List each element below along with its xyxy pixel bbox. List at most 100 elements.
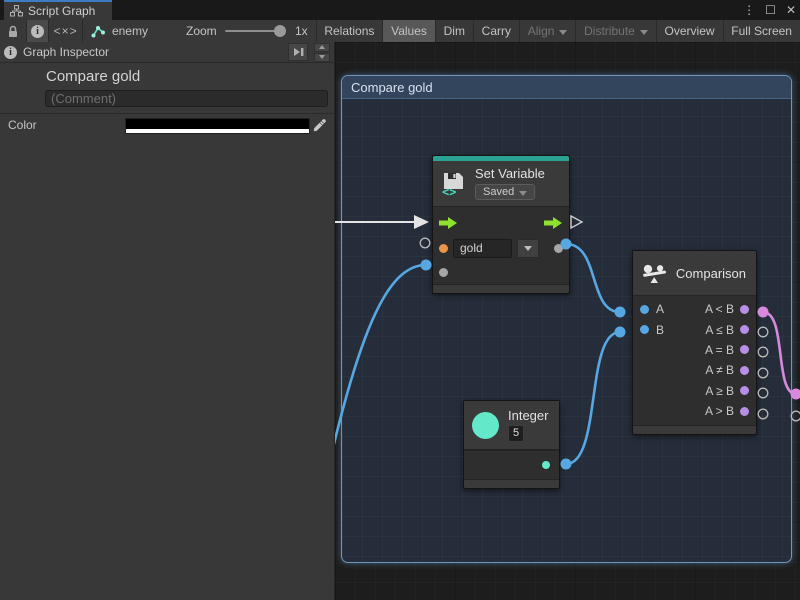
comparison-title: Comparison bbox=[676, 266, 746, 281]
output-less-port[interactable] bbox=[740, 305, 749, 314]
eyedropper-button[interactable] bbox=[311, 117, 328, 134]
comparison-row: A > B bbox=[633, 401, 756, 421]
chevron-down-icon bbox=[524, 246, 532, 251]
variable-kind-dropdown[interactable]: Saved bbox=[475, 184, 535, 200]
output-label: A = B bbox=[705, 343, 734, 357]
script-graph-window: Script Graph ⋮ ☐ ✕ i <×> bbox=[0, 0, 800, 600]
output-label: A ≥ B bbox=[705, 384, 734, 398]
integer-body bbox=[464, 450, 559, 479]
close-icon[interactable]: ✕ bbox=[786, 3, 796, 17]
set-variable-flow-row bbox=[433, 210, 569, 236]
move-down-button[interactable] bbox=[314, 53, 330, 62]
chevron-up-icon bbox=[319, 45, 325, 49]
input-value-port[interactable] bbox=[439, 268, 448, 277]
lock-button[interactable] bbox=[0, 20, 26, 42]
node-comparison[interactable]: Comparison A A < B B A ≤ B bbox=[632, 250, 757, 435]
output-label: A < B bbox=[705, 302, 734, 316]
graph-name: enemy bbox=[112, 24, 148, 38]
set-variable-value-row bbox=[433, 260, 569, 284]
graph-inspector-header[interactable]: i Graph Inspector bbox=[0, 42, 334, 63]
full-screen-button[interactable]: Full Screen bbox=[723, 20, 800, 42]
tab-script-graph[interactable]: Script Graph bbox=[4, 0, 112, 20]
zoom-slider-handle[interactable] bbox=[274, 25, 286, 37]
input-a-port[interactable] bbox=[640, 305, 649, 314]
distribute-label: Distribute bbox=[584, 24, 635, 38]
chevron-down-icon bbox=[319, 55, 325, 59]
align-dropdown[interactable]: Align bbox=[520, 20, 576, 42]
comparison-header[interactable]: Comparison bbox=[633, 251, 756, 296]
node-set-variable[interactable]: <> Set Variable Saved gold bbox=[432, 155, 570, 294]
output-value-port[interactable] bbox=[554, 244, 563, 253]
window-menu-icon[interactable]: ⋮ bbox=[743, 3, 755, 17]
set-variable-title: Set Variable bbox=[475, 166, 545, 181]
node-integer[interactable]: Integer 5 bbox=[463, 400, 560, 489]
integer-title: Integer bbox=[508, 408, 548, 423]
flow-input-port[interactable] bbox=[439, 216, 458, 230]
set-variable-header[interactable]: <> Set Variable Saved bbox=[433, 161, 569, 207]
maximize-icon[interactable]: ☐ bbox=[765, 3, 776, 17]
variable-kind-label: Saved bbox=[483, 186, 514, 198]
color-label: Color bbox=[8, 118, 37, 132]
comment-input[interactable] bbox=[45, 90, 328, 107]
graph-title-text: Compare gold bbox=[46, 68, 140, 85]
dock-icon bbox=[293, 47, 304, 57]
chevron-down-icon bbox=[519, 191, 527, 196]
inspector-toggle-button[interactable]: i bbox=[27, 20, 49, 42]
chevron-down-icon bbox=[559, 30, 567, 35]
code-preview-button[interactable]: <×> bbox=[49, 20, 82, 42]
color-swatch-rgb bbox=[126, 119, 309, 129]
output-greaterequal-port[interactable] bbox=[740, 386, 749, 395]
output-equal-port[interactable] bbox=[740, 345, 749, 354]
zoom-value: 1x bbox=[287, 20, 316, 42]
integer-output-port[interactable] bbox=[542, 461, 550, 469]
output-greater-port[interactable] bbox=[740, 407, 749, 416]
comparison-body: A A < B B A ≤ B A = B bbox=[633, 296, 756, 425]
flow-output-port[interactable] bbox=[544, 216, 563, 230]
integer-value-field[interactable]: 5 bbox=[508, 425, 524, 442]
overview-button[interactable]: Overview bbox=[657, 20, 723, 42]
comparison-row: A ≠ B bbox=[633, 360, 756, 380]
tab-bar: Script Graph ⋮ ☐ ✕ bbox=[0, 0, 800, 20]
chevron-down-icon bbox=[640, 30, 648, 35]
output-lessequal-port[interactable] bbox=[740, 325, 749, 334]
dim-button[interactable]: Dim bbox=[436, 20, 473, 42]
group-header[interactable]: Compare gold bbox=[342, 76, 791, 99]
carry-button[interactable]: Carry bbox=[474, 20, 519, 42]
zoom-slider[interactable] bbox=[225, 30, 281, 32]
graph-inspector-panel: i Graph Inspector Compare gold Color bbox=[0, 42, 335, 600]
integer-literal-icon bbox=[472, 412, 499, 439]
output-label: A > B bbox=[705, 404, 734, 418]
comparison-footer bbox=[633, 425, 756, 434]
output-notequal-port[interactable] bbox=[740, 366, 749, 375]
eyedropper-icon bbox=[313, 119, 326, 132]
graph-tab-icon bbox=[10, 5, 23, 17]
input-b-label: B bbox=[656, 323, 664, 337]
comparison-row: A = B bbox=[633, 340, 756, 360]
distribute-dropdown[interactable]: Distribute bbox=[576, 20, 656, 42]
relations-button[interactable]: Relations bbox=[316, 20, 382, 42]
dock-panel-button[interactable] bbox=[288, 43, 308, 61]
set-variable-name-row: gold bbox=[433, 236, 569, 260]
graph-icon bbox=[91, 25, 106, 38]
graph-breadcrumb[interactable]: enemy bbox=[83, 20, 156, 42]
variable-name-dropdown[interactable] bbox=[517, 239, 539, 258]
tab-title: Script Graph bbox=[28, 4, 95, 18]
color-swatch[interactable] bbox=[125, 118, 310, 134]
graph-toolbar: i <×> enemy Zoom 1x Relations Values Dim… bbox=[0, 20, 800, 43]
input-b-port[interactable] bbox=[640, 325, 649, 334]
set-variable-footer bbox=[433, 284, 569, 293]
lock-icon bbox=[7, 25, 19, 38]
variable-name-port[interactable] bbox=[439, 244, 448, 253]
graph-inspector-title: Graph Inspector bbox=[23, 45, 109, 59]
code-icon: <×> bbox=[54, 24, 78, 38]
output-label: A ≤ B bbox=[705, 323, 734, 337]
move-up-button[interactable] bbox=[314, 43, 330, 52]
panel-reorder-buttons bbox=[314, 43, 330, 62]
variable-name-field[interactable]: gold bbox=[453, 239, 512, 258]
integer-header[interactable]: Integer 5 bbox=[464, 401, 559, 450]
values-button[interactable]: Values bbox=[383, 20, 435, 42]
comparison-row: A A < B bbox=[633, 299, 756, 319]
comparison-scale-icon bbox=[643, 260, 668, 286]
info-icon: i bbox=[4, 46, 17, 59]
align-label: Align bbox=[528, 24, 555, 38]
